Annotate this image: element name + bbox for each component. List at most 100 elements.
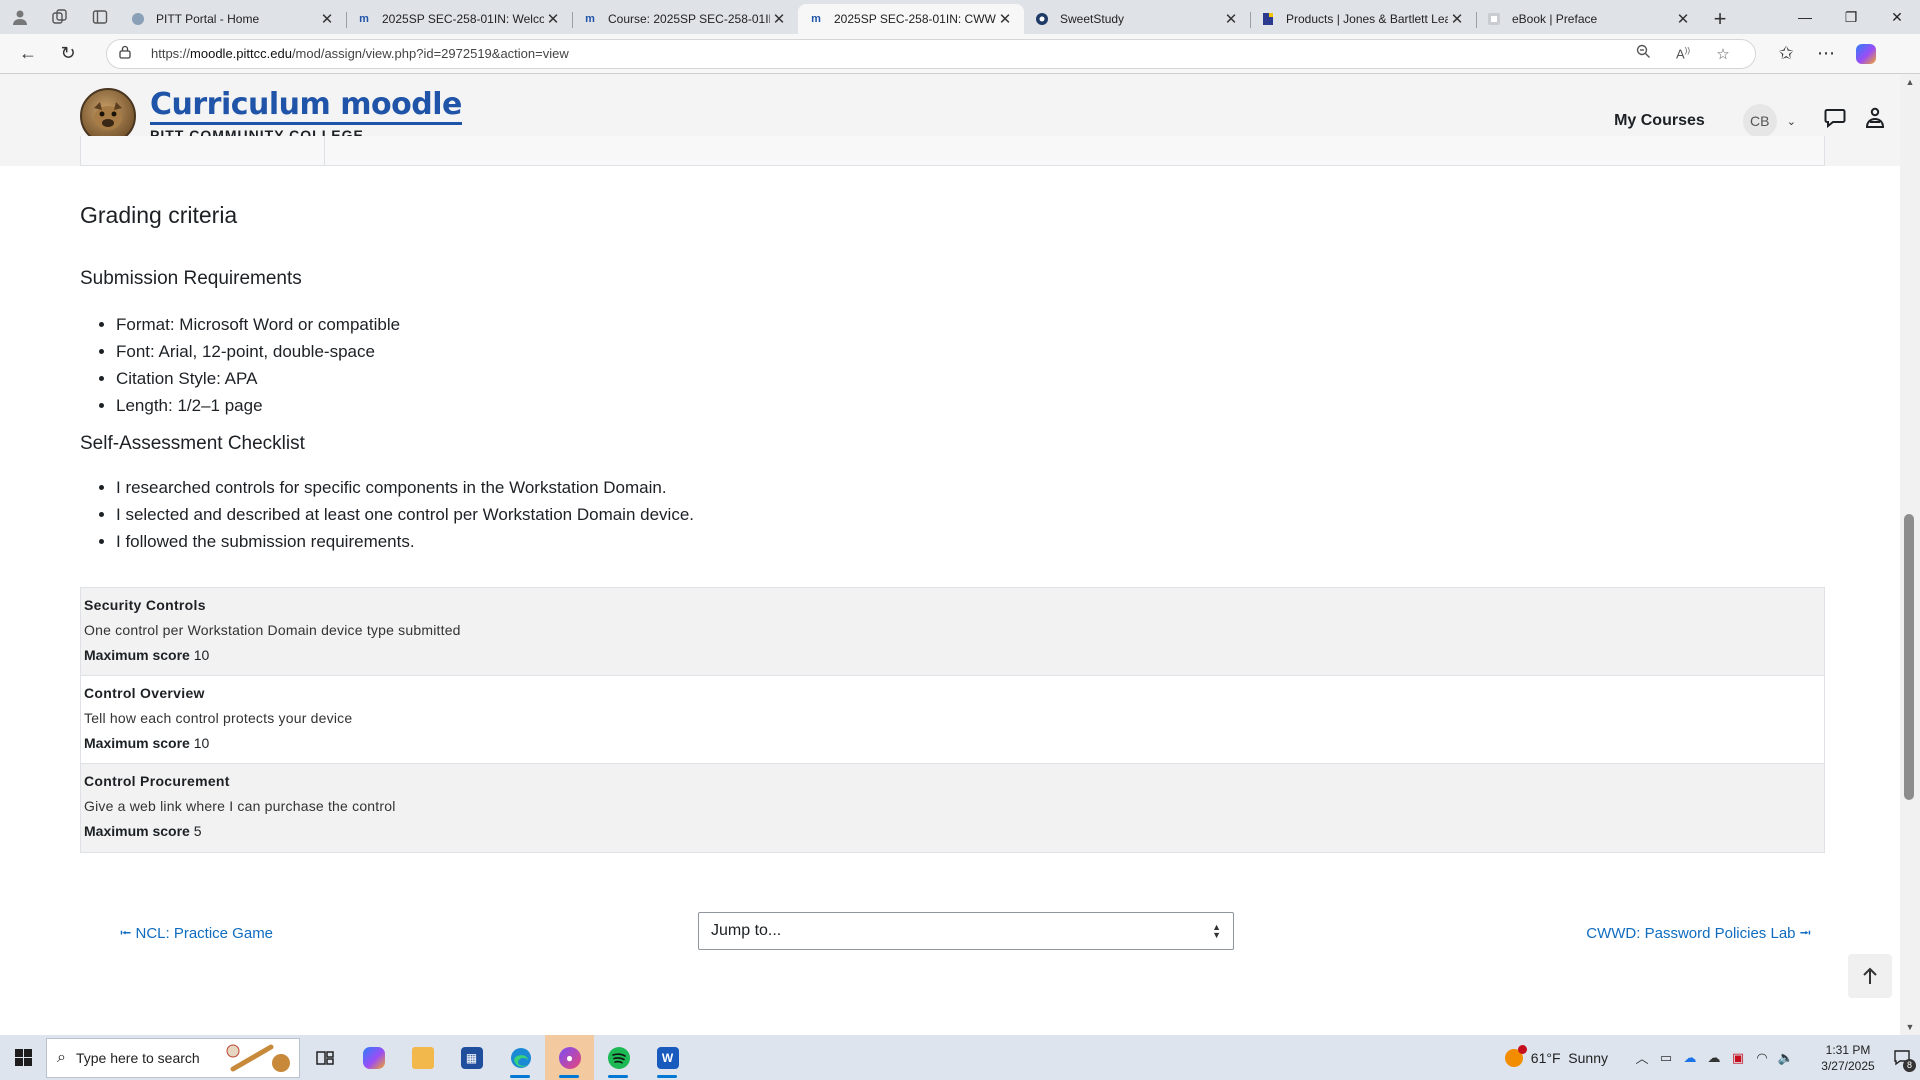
refresh-icon[interactable]: ↻ <box>48 37 88 71</box>
browser-tab[interactable]: m Course: 2025SP SEC-258-01IN S ✕ <box>572 4 798 34</box>
tab-title: 2025SP SEC-258-01IN: Welcome <box>382 12 544 26</box>
browser-tab[interactable]: eBook | Preface ✕ <box>1476 4 1702 34</box>
next-activity-link[interactable]: CWWD: Password Policies Lab ⭲ <box>1586 923 1811 948</box>
grading-criteria-heading: Grading criteria <box>80 202 238 228</box>
scroll-up-icon[interactable]: ▲ <box>1900 74 1920 90</box>
favorites-icon[interactable]: ✩ <box>1766 37 1806 71</box>
moodle-icon: m <box>359 13 369 25</box>
windows-start-icon[interactable] <box>0 1035 46 1080</box>
tab-actions-icon[interactable] <box>80 0 120 34</box>
favorite-star-icon[interactable]: ☆ <box>1703 45 1743 63</box>
ebook-icon <box>1486 11 1502 27</box>
arrow-right-icon: ⭲ <box>1795 925 1811 942</box>
scroll-down-icon[interactable]: ▼ <box>1900 1019 1920 1035</box>
wifi-icon[interactable]: ◠ <box>1750 1050 1774 1066</box>
list-item: I selected and described at least one co… <box>116 501 694 528</box>
close-icon[interactable]: ✕ <box>318 10 336 28</box>
close-icon[interactable]: ✕ <box>1448 10 1466 28</box>
portal-icon <box>130 11 146 27</box>
prev-activity-label: NCL: Practice Game <box>135 925 274 942</box>
close-window-icon[interactable]: ✕ <box>1874 0 1920 34</box>
zoom-icon[interactable] <box>1623 44 1663 63</box>
user-menu[interactable]: CB ⌄ <box>1742 104 1796 138</box>
copilot-icon[interactable] <box>1846 37 1886 71</box>
jump-to-select[interactable]: Jump to... ▲ ▼ <box>698 912 1234 950</box>
messages-icon[interactable] <box>1820 108 1850 134</box>
max-score-label: Maximum score <box>84 647 190 663</box>
submission-requirements-heading: Submission Requirements <box>80 268 302 289</box>
list-item: Font: Arial, 12-point, double-space <box>116 338 400 365</box>
notification-count: 8 <box>1903 1059 1916 1072</box>
arrow-left-icon: ⭰ <box>120 925 136 942</box>
table-fragment <box>80 136 1825 166</box>
more-options-icon[interactable]: ⋯ <box>1806 37 1846 71</box>
clock-date: 3/27/2025 <box>1821 1058 1875 1073</box>
logo-title: Curriculum moodle <box>150 89 462 125</box>
moodle-icon: m <box>811 13 821 25</box>
close-icon[interactable]: ✕ <box>770 10 788 28</box>
minimize-icon[interactable]: — <box>1782 0 1828 34</box>
meet-now-icon[interactable]: ▭ <box>1654 1050 1678 1066</box>
avatar[interactable]: CB <box>1742 104 1777 138</box>
weather-widget[interactable]: 61°F Sunny <box>1504 1044 1608 1067</box>
close-icon[interactable]: ✕ <box>1674 10 1692 28</box>
tab-title: PITT Portal - Home <box>156 12 260 26</box>
close-icon[interactable]: ✕ <box>544 10 562 28</box>
scrollbar-thumb[interactable] <box>1904 514 1914 800</box>
workspaces-icon[interactable] <box>40 0 80 34</box>
clock-time: 1:31 PM <box>1825 1042 1871 1057</box>
search-placeholder: Type here to search <box>75 1049 200 1066</box>
onedrive-sync-icon[interactable]: ☁ <box>1678 1050 1702 1066</box>
address-bar[interactable]: https://moodle.pittcc.edu/mod/assign/vie… <box>106 38 1756 69</box>
system-tray: 61°F Sunny ︿ ▭ ☁ ☁ ▣ ◠ 🔈 1:31 PM 3/27/20… <box>1504 1035 1920 1080</box>
task-view-icon[interactable] <box>300 1035 349 1080</box>
taskbar-clock[interactable]: 1:31 PM 3/27/2025 <box>1812 1042 1884 1074</box>
back-icon[interactable]: ← <box>8 37 48 71</box>
volume-icon[interactable]: 🔈 <box>1774 1050 1798 1066</box>
read-aloud-icon[interactable]: A)) <box>1663 46 1703 61</box>
activity-navigation: ⭰ NCL: Practice Game Jump to... ▲ ▼ CWWD:… <box>80 912 1825 952</box>
browser-tab[interactable]: m 2025SP SEC-258-01IN: Welcome ✕ <box>346 4 572 34</box>
temperature: 61°F <box>1530 1049 1561 1066</box>
new-tab-button[interactable]: + <box>1702 4 1738 34</box>
onedrive-icon[interactable]: ☁ <box>1702 1050 1726 1066</box>
browser-tab[interactable]: PITT Portal - Home ✕ <box>120 4 346 34</box>
browser-tab[interactable]: SweetStudy ✕ <box>1024 4 1250 34</box>
messenger-app-icon[interactable]: ● <box>545 1035 594 1080</box>
microsoft-store-icon[interactable]: ▦ <box>447 1035 496 1080</box>
lock-icon[interactable] <box>119 45 137 62</box>
weather-condition: Sunny <box>1568 1049 1608 1066</box>
criterion-name: Control Overview <box>84 685 205 701</box>
close-icon[interactable]: ✕ <box>1222 10 1240 28</box>
restore-icon[interactable]: ❐ <box>1828 0 1874 34</box>
page-scrollbar[interactable]: ▲ ▼ <box>1900 74 1920 1035</box>
spotify-icon[interactable] <box>594 1035 643 1080</box>
notifications-icon[interactable]: 8 <box>1884 1035 1920 1080</box>
prev-activity-link[interactable]: ⭰ NCL: Practice Game <box>120 923 273 948</box>
my-courses-link[interactable]: My Courses <box>1614 112 1705 130</box>
browser-toolbar: ← ↻ https://moodle.pittcc.edu/mod/assign… <box>0 34 1920 74</box>
self-assessment-heading: Self-Assessment Checklist <box>80 433 305 454</box>
microsoft-word-icon[interactable]: W <box>643 1035 692 1080</box>
browser-tab-active[interactable]: m 2025SP SEC-258-01IN: CWWD: ✕ <box>798 4 1024 34</box>
url-domain: moodle.pittcc.edu <box>190 46 292 61</box>
sweetstudy-icon <box>1034 11 1050 27</box>
close-icon[interactable]: ✕ <box>996 10 1014 28</box>
max-score-label: Maximum score <box>84 823 190 839</box>
file-explorer-icon[interactable] <box>398 1035 447 1080</box>
self-assessment-list: I researched controls for specific compo… <box>116 474 694 555</box>
back-to-top-button[interactable] <box>1848 954 1892 998</box>
security-alert-icon[interactable]: ▣ <box>1726 1050 1750 1066</box>
edge-browser-icon[interactable] <box>496 1035 545 1080</box>
show-hidden-icons-icon[interactable]: ︿ <box>1630 1048 1654 1067</box>
copilot-app-icon[interactable] <box>349 1035 398 1080</box>
select-arrows-icon: ▲ ▼ <box>1212 922 1221 940</box>
user-accessibility-icon[interactable] <box>1860 107 1890 135</box>
list-item: Citation Style: APA <box>116 365 400 392</box>
browser-tab[interactable]: Products | Jones & Bartlett Lear ✕ <box>1250 4 1476 34</box>
taskbar-search[interactable]: ⌕ Type here to search <box>46 1037 300 1078</box>
jones-bartlett-icon <box>1260 11 1276 27</box>
criterion-name: Security Controls <box>84 597 206 613</box>
browser-tab-strip: PITT Portal - Home ✕ m 2025SP SEC-258-01… <box>0 0 1920 34</box>
profile-icon[interactable] <box>0 0 40 34</box>
